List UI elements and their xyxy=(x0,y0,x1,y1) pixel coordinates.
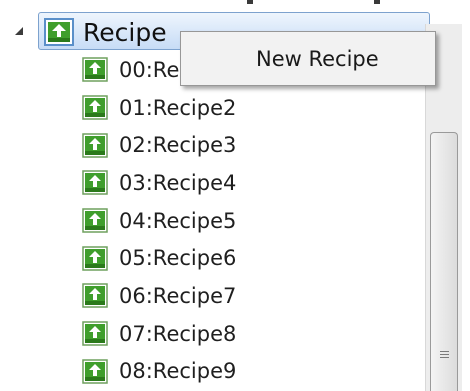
recipe-icon xyxy=(82,132,108,158)
expand-arrow-icon[interactable] xyxy=(10,12,28,50)
recipe-icon xyxy=(82,208,108,233)
tree-item-7[interactable]: 07:Recipe8 xyxy=(82,315,236,353)
recipe-icon xyxy=(82,95,108,120)
tree-root-row[interactable]: Recipe xyxy=(10,12,430,50)
clipped-content-fragment xyxy=(247,0,253,4)
tree-item-label: 04:Recipe5 xyxy=(119,208,237,233)
new-recipe-menu-label: New Recipe xyxy=(256,46,379,71)
tree-item-3[interactable]: 03:Recipe4 xyxy=(82,164,236,202)
tree-item-8[interactable]: 08:Recipe9 xyxy=(82,353,236,391)
tree-item-label: 07:Recipe8 xyxy=(119,321,237,346)
tree-item-label: 03:Recipe4 xyxy=(119,170,237,195)
tree-item-6[interactable]: 06:Recipe7 xyxy=(82,277,236,315)
tree-root-label: Recipe xyxy=(83,17,167,47)
tree-item-label: 02:Recipe3 xyxy=(119,133,237,158)
tree-children: 00:Recipe1 01:Recipe2 02:Recipe3 03:Reci… xyxy=(82,51,236,390)
clipped-content-fragment xyxy=(374,0,380,4)
recipe-icon xyxy=(82,170,108,196)
recipe-icon xyxy=(82,321,108,346)
recipe-icon xyxy=(82,57,108,83)
tree-item-2[interactable]: 02:Recipe3 xyxy=(82,126,236,164)
tree-item-1[interactable]: 01:Recipe2 xyxy=(82,89,236,127)
tree-item-4[interactable]: 04:Recipe5 xyxy=(82,202,236,240)
tree-item-label: 05:Recipe6 xyxy=(119,246,237,271)
scrollbar-grip-icon xyxy=(440,351,449,360)
recipe-icon xyxy=(44,18,74,46)
recipe-icon xyxy=(82,246,108,271)
recipe-tree-window: Recipe 00:Recipe1 01:Recipe2 02:Recipe3 … xyxy=(0,0,470,391)
tree-item-label: 06:Recipe7 xyxy=(119,283,237,308)
tree-item-label: 08:Recipe9 xyxy=(119,359,237,384)
context-menu: New Recipe xyxy=(180,31,436,86)
tree-item-label: 01:Recipe2 xyxy=(119,95,237,120)
recipe-icon xyxy=(82,359,108,384)
new-recipe-menu-item[interactable]: New Recipe xyxy=(184,35,432,82)
recipe-icon xyxy=(82,283,108,309)
tree-item-5[interactable]: 05:Recipe6 xyxy=(82,239,236,277)
scrollbar-thumb[interactable] xyxy=(430,132,458,391)
